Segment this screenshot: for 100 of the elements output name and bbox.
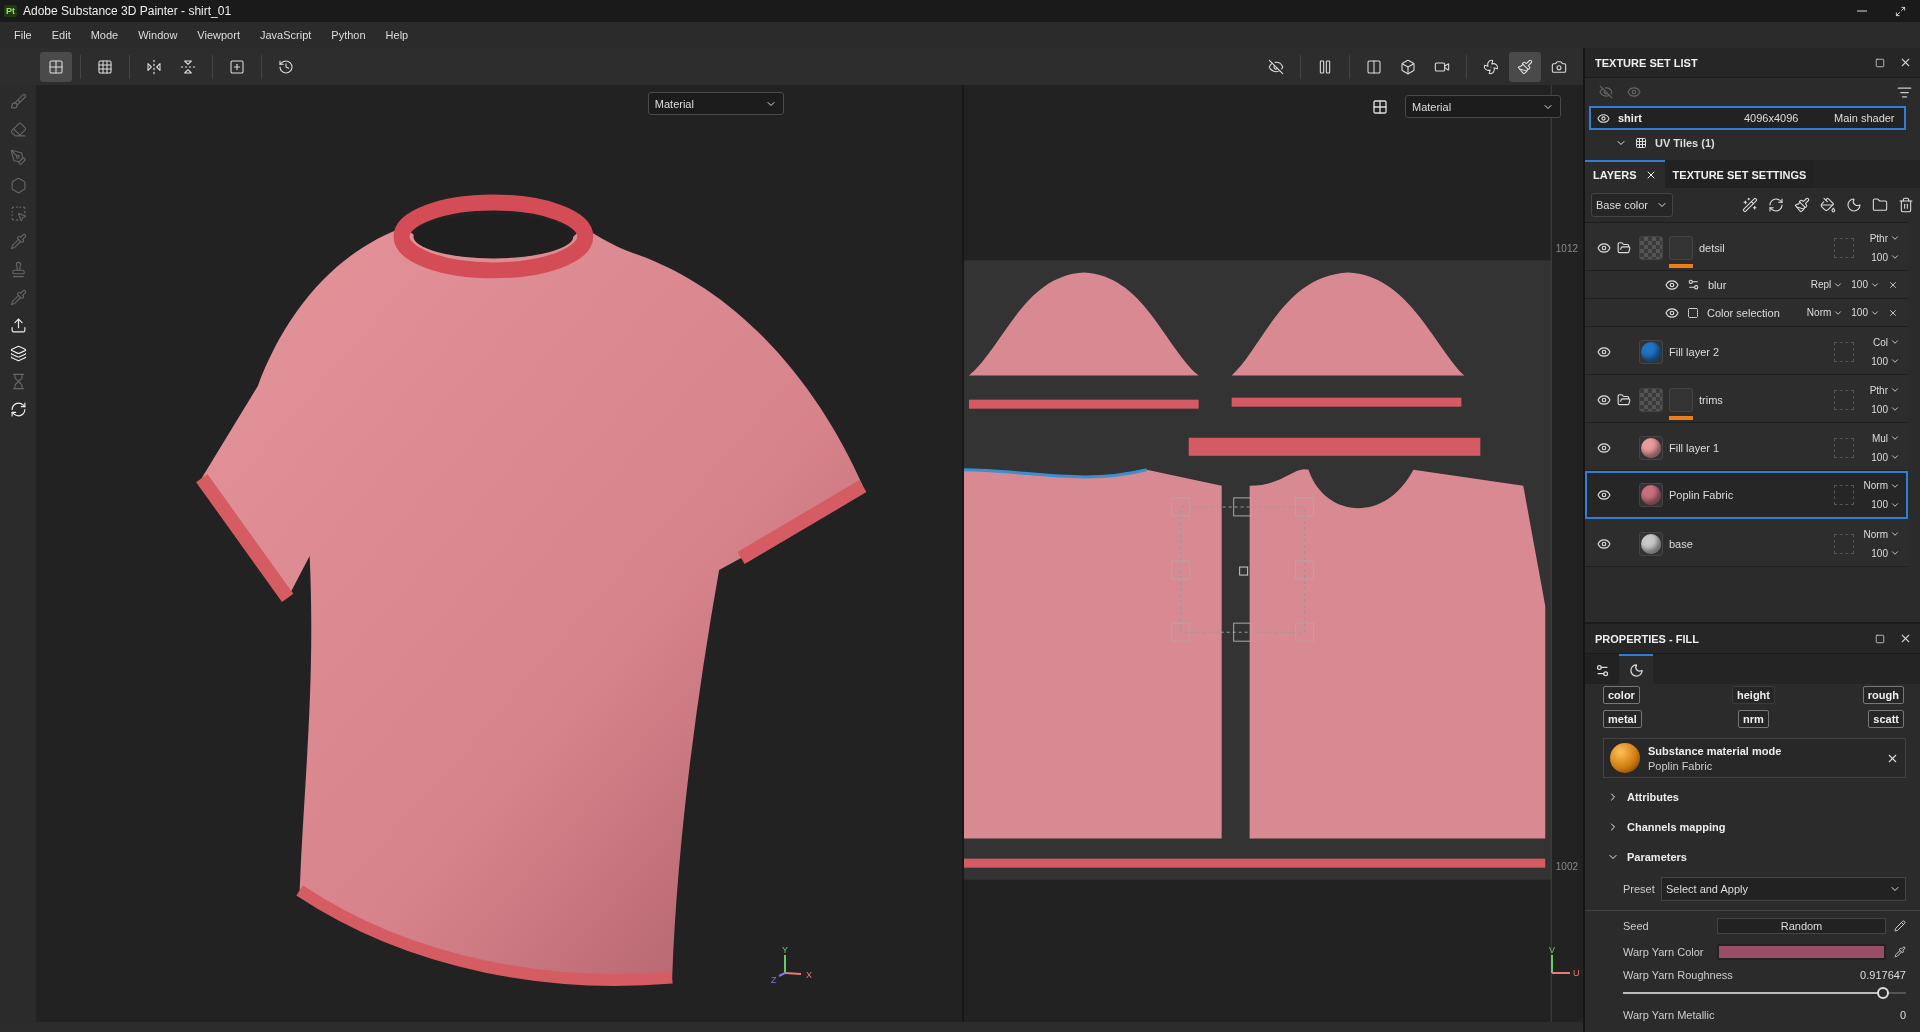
layer-name: detsil — [1699, 241, 1726, 254]
mask-indicator — [1669, 415, 1693, 420]
opacity-dropdown[interactable]: 100 — [1851, 307, 1880, 318]
layer-row[interactable]: Poplin Fabric Norm 100 — [1585, 471, 1908, 519]
visibility-icon[interactable] — [1599, 85, 1613, 99]
eye-icon[interactable] — [1665, 305, 1679, 320]
opacity-dropdown[interactable]: 100 — [1871, 251, 1900, 263]
window-title: Adobe Substance 3D Painter - shirt_01 — [23, 4, 232, 18]
toolbar-icon — [146, 58, 162, 75]
layer-tool-icon[interactable] — [1742, 197, 1758, 213]
blend-mode-dropdown[interactable]: Col — [1873, 336, 1900, 348]
eye-icon[interactable] — [1597, 344, 1611, 359]
effect-name: blur — [1708, 278, 1728, 291]
eye-icon[interactable] — [1597, 240, 1611, 255]
menu-item[interactable]: Edit — [41, 29, 81, 41]
close-icon[interactable] — [1899, 56, 1912, 69]
menu-item[interactable]: File — [4, 29, 42, 41]
toolbar-icon — [278, 58, 294, 75]
opacity-dropdown[interactable]: 100 — [1871, 451, 1900, 463]
random-seed-button[interactable]: Random — [1717, 917, 1886, 934]
layer-tool-icon[interactable] — [1820, 197, 1836, 213]
channel-dropdown[interactable]: Material — [1405, 95, 1561, 118]
menu-icon[interactable] — [1897, 84, 1912, 100]
menu-item[interactable]: Mode — [80, 29, 129, 41]
toolbar-icon — [48, 58, 64, 75]
section-header[interactable]: Parameters — [1585, 842, 1920, 872]
axis-label: X — [806, 970, 812, 980]
toolbar-icon — [229, 58, 245, 75]
layer-tool-icon[interactable] — [1898, 197, 1914, 213]
blend-mode-dropdown[interactable]: Repl — [1810, 279, 1844, 290]
horizontal-scrollbar[interactable] — [0, 1022, 1583, 1032]
layer-name: Fill layer 1 — [1669, 441, 1721, 454]
opacity-dropdown[interactable]: 100 — [1851, 279, 1880, 290]
menu-item[interactable]: Python — [321, 29, 376, 41]
display-settings-icon[interactable] — [1371, 99, 1388, 115]
properties-tab[interactable] — [1619, 654, 1653, 684]
edit-icon[interactable] — [1894, 919, 1906, 932]
eye-icon[interactable] — [1597, 392, 1611, 407]
blend-mode-dropdown[interactable]: Pthr — [1869, 384, 1900, 396]
section-header[interactable]: Attributes — [1585, 782, 1920, 812]
layer-name: base — [1669, 537, 1694, 550]
panel-tab[interactable]: LAYERS — [1585, 160, 1665, 188]
blend-mode-dropdown[interactable]: Norm — [1863, 480, 1900, 491]
texture-set-row[interactable]: shirt 4096x4096 Main shader — [1589, 106, 1906, 130]
eye-icon[interactable] — [1665, 277, 1679, 292]
eye-icon[interactable] — [1597, 440, 1611, 455]
opacity-dropdown[interactable]: 100 — [1871, 547, 1900, 559]
restore-icon[interactable] — [1895, 5, 1906, 17]
axis-gizmo-icon — [778, 954, 802, 977]
layer-tool-icon[interactable] — [1846, 197, 1862, 213]
layer-tool-icon[interactable] — [1794, 197, 1810, 213]
menu-item[interactable]: JavaScript — [249, 29, 322, 41]
tool-icon[interactable] — [9, 401, 27, 418]
remove-icon[interactable] — [1888, 307, 1898, 318]
material-mode-title: Substance material mode — [1648, 744, 1783, 757]
eye-icon[interactable] — [1597, 488, 1611, 502]
remove-icon[interactable] — [1888, 279, 1898, 290]
preset-dropdown[interactable]: Select and Apply — [1661, 877, 1906, 901]
channel-dropdown[interactable]: Base color — [1591, 193, 1673, 217]
toolbar-icon — [1517, 58, 1533, 75]
axis-label: V — [1548, 945, 1555, 955]
section-header[interactable]: Channels mapping — [1585, 812, 1920, 842]
axis-label: Z — [771, 975, 777, 985]
menu-item[interactable]: Window — [128, 29, 188, 41]
channel-toggle[interactable]: color — [1603, 686, 1640, 704]
texture-set-name: shirt — [1618, 112, 1643, 124]
channel-dropdown[interactable]: Material — [647, 92, 784, 115]
channel-toggle[interactable]: metal — [1603, 710, 1642, 728]
blend-mode-dropdown[interactable]: Norm — [1806, 307, 1844, 318]
toolbar-button[interactable] — [1509, 51, 1541, 82]
layer-tool-icon[interactable] — [1872, 197, 1888, 213]
selection-frame[interactable] — [1171, 497, 1314, 642]
toolbar-button[interactable] — [40, 51, 72, 82]
filter-icon — [1687, 278, 1700, 291]
param-label: Preset — [1623, 883, 1653, 895]
channel-toggle[interactable]: nrm — [1738, 710, 1769, 728]
float-icon[interactable] — [1875, 57, 1885, 68]
blend-mode-dropdown[interactable]: Pthr — [1869, 232, 1900, 244]
color-swatch[interactable] — [1717, 944, 1886, 960]
blend-mode-dropdown[interactable]: Norm — [1863, 528, 1900, 540]
tool-icon[interactable] — [9, 345, 27, 362]
opacity-dropdown[interactable]: 100 — [1871, 499, 1900, 510]
slider-track[interactable] — [1623, 986, 1906, 1000]
menu-item[interactable]: Viewport — [187, 29, 250, 41]
tool-icon[interactable] — [9, 317, 27, 334]
blend-mode-dropdown[interactable]: Mul — [1871, 432, 1900, 444]
eye-icon[interactable] — [1597, 536, 1611, 551]
eye-icon[interactable] — [1597, 111, 1610, 125]
opacity-dropdown[interactable]: 100 — [1871, 355, 1900, 367]
channel-toggle[interactable]: scatt — [1868, 710, 1904, 728]
folder-icon — [1617, 240, 1631, 255]
float-icon[interactable] — [1875, 633, 1885, 644]
material-name: Poplin Fabric — [1648, 759, 1714, 772]
channel-toggle[interactable]: height — [1732, 686, 1775, 704]
opacity-dropdown[interactable]: 100 — [1871, 403, 1900, 415]
layer-tool-icon[interactable] — [1768, 197, 1784, 213]
eyedropper-icon[interactable] — [1894, 946, 1906, 958]
channel-toggle[interactable]: rough — [1862, 686, 1904, 704]
close-icon[interactable] — [1899, 632, 1912, 645]
menu-item[interactable]: Help — [375, 29, 419, 41]
